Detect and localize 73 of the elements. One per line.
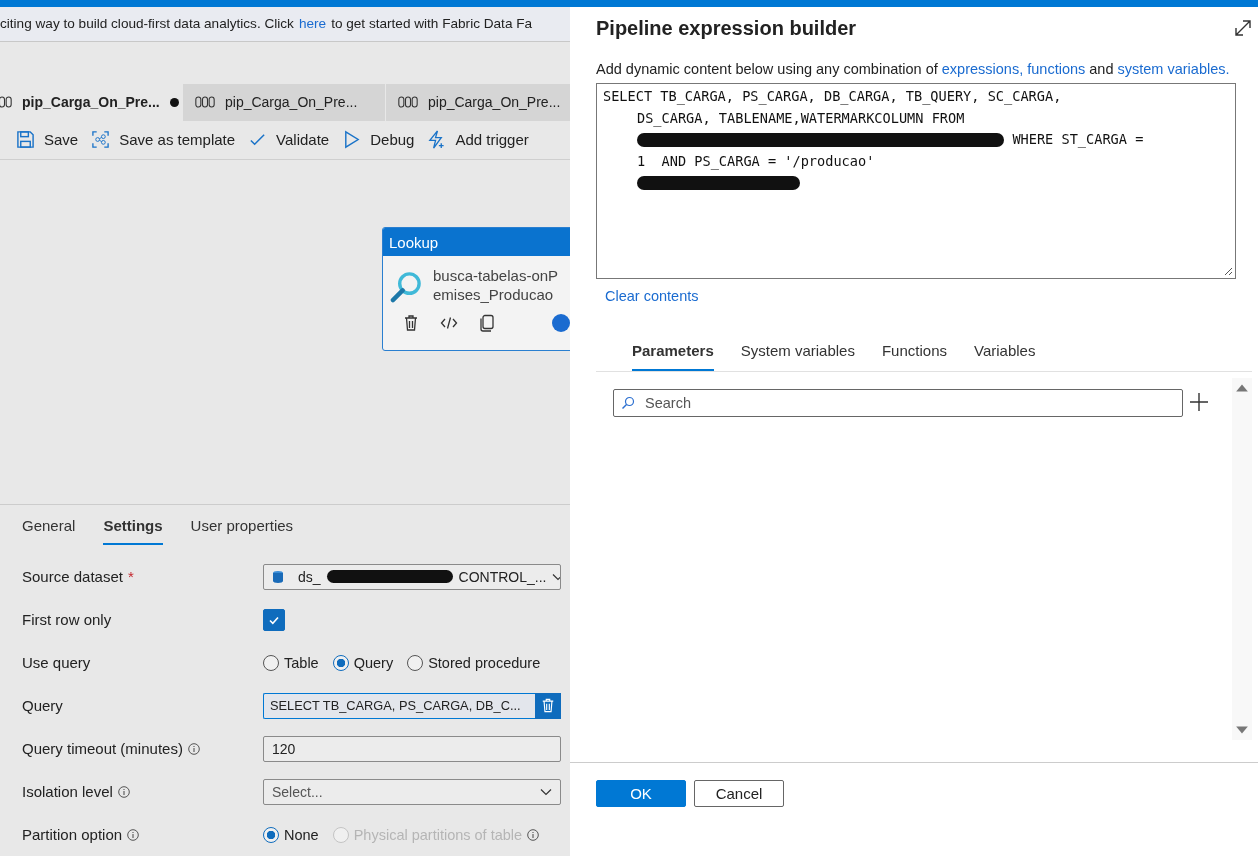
description-text: Add dynamic content below using any combination of expressions, functions and system variables. [596,61,1231,79]
activity-type-header: Lookup [383,227,570,256]
pipeline-tab[interactable]: pip_Carga_On_Pre... [385,83,570,121]
isolation-dropdown[interactable]: Select... [263,778,561,805]
field-label: First row only [22,611,112,628]
checkbox[interactable] [263,608,285,631]
field-label: Isolation level [22,783,113,800]
pipeline-icon [195,95,215,110]
save-icon [16,130,35,150]
builder-tab[interactable]: Variables [974,342,1036,369]
scroll-down-icon[interactable] [1235,725,1249,735]
expression-editor[interactable]: SELECT TB_CARGA, PS_CARGA, DB_CARGA, TB_QUERY, SC_CARGA, DS_CARGA, TABLENAME,WATERMARKCOLUMN FROM WHERE ST_CARGA = 1 AND PS_CARGA = '/producao' [596,83,1236,279]
dialog-title: Pipeline expression builder [596,16,857,40]
builder-tab[interactable]: Functions [881,342,947,369]
ok-button[interactable]: OK [596,780,686,807]
here-link[interactable]: here [298,16,327,32]
clear-contents-link[interactable]: Clear contents [605,288,699,304]
field-label: Query [22,697,63,714]
pipeline-tab[interactable]: pip_Carga_On_Pre... [182,83,385,121]
database-icon [272,569,286,584]
builder-tab[interactable]: System variables [740,342,855,369]
banner-text: citing way to build cloud-first data analytics. Click [0,16,294,32]
debug-button[interactable]: Debug [340,130,424,150]
radio-option[interactable]: None [263,826,319,843]
activity-name: emises_Producao [433,284,555,304]
scroll-up-icon[interactable] [1235,383,1249,393]
copy-icon[interactable] [478,313,496,332]
pipeline-icon [398,95,418,110]
properties-tab[interactable]: User properties [190,517,294,544]
cancel-button[interactable]: Cancel [694,780,784,807]
dataset-dropdown[interactable]: ds_ CONTROL_... [263,563,561,590]
chevron-down-icon [540,787,552,796]
query-field[interactable]: SELECT TB_CARGA, PS_CARGA, DB_C... [263,692,535,719]
magnifier-icon [390,269,423,303]
chevron-down-icon [552,572,560,581]
banner-text: to get started with Fabric Data Fa [331,16,533,32]
radio-option[interactable]: Stored procedure [407,654,541,671]
expand-icon[interactable] [1234,19,1252,37]
search-field[interactable]: Search [613,389,1183,417]
field-label: Use query [22,654,91,671]
validate-button[interactable]: Validate [246,130,339,150]
field-label: Source dataset [22,568,123,585]
search-icon [621,396,635,410]
builder-tab[interactable]: Parameters [632,342,714,371]
delete-button[interactable] [535,692,561,719]
add-circle-icon[interactable] [552,313,570,332]
properties-tab[interactable]: Settings [103,517,163,546]
scrollbar[interactable] [1232,378,1252,740]
help-link[interactable]: expressions, functions [941,61,1086,77]
radio-option[interactable]: Table [263,654,319,671]
info-icon[interactable] [117,785,130,798]
template-icon [91,130,111,150]
template-button[interactable]: Save as template [89,130,245,150]
resize-grip-icon[interactable] [1223,266,1233,276]
trash-icon[interactable] [402,313,420,332]
lookup-activity-card[interactable]: Lookup busca-tabelas-onP emises_Producao [382,226,570,351]
search-input[interactable]: Search [643,394,1175,412]
lightning-icon [427,130,447,150]
play-icon [342,130,362,150]
field-label: Query timeout (minutes) [22,740,183,757]
save-button[interactable]: Save [14,130,88,150]
properties-tab[interactable]: General [22,517,76,544]
field-label: Partition option [22,826,123,843]
info-icon[interactable] [187,742,200,755]
activity-name: busca-tabelas-onP [433,265,559,285]
trash-icon [541,697,555,714]
help-link[interactable]: system variables. [1117,61,1230,77]
required-asterisk: * [127,568,134,585]
info-icon[interactable] [127,828,140,841]
trigger-button[interactable]: Add trigger [425,130,538,150]
timeout-input[interactable]: 120 [263,735,561,762]
add-icon[interactable] [1189,392,1209,412]
radio-option[interactable]: Query [332,654,394,671]
